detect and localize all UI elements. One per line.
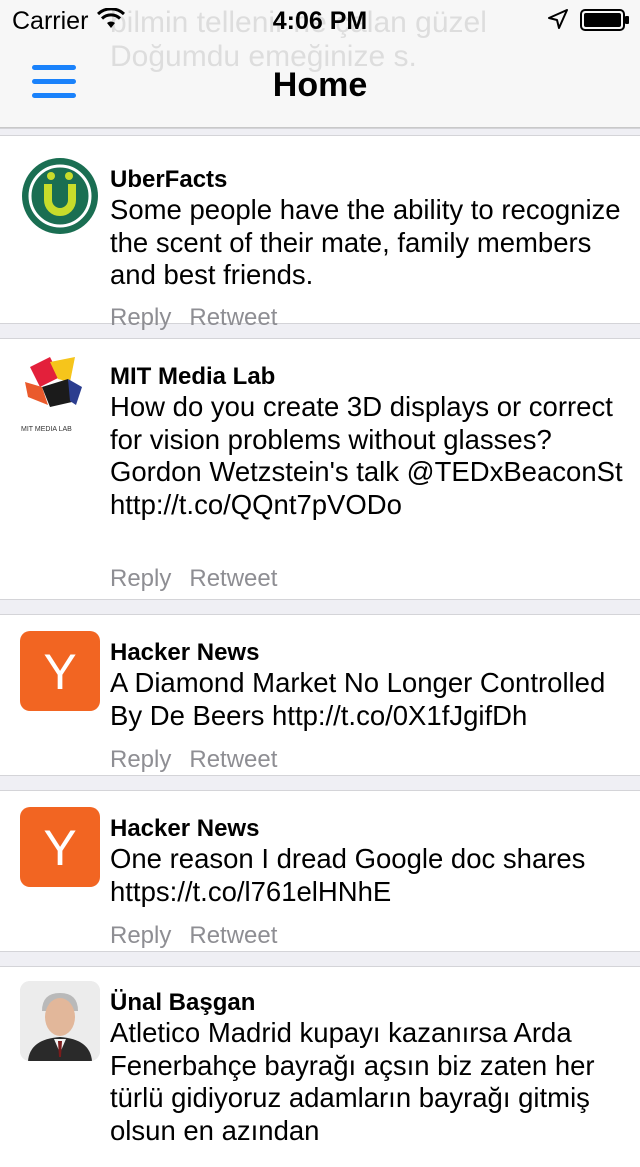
uberfacts-avatar[interactable] (20, 156, 100, 236)
battery-icon (580, 9, 629, 31)
tweet-text: Some people have the ability to recogniz… (110, 194, 621, 290)
uberfacts-logo-icon (20, 156, 100, 236)
tweet-text: How do you create 3D displays or correct… (110, 391, 623, 520)
hacker-news-avatar[interactable]: Y (20, 807, 100, 887)
page-title: Home (272, 66, 368, 104)
tweet-feed[interactable]: UberFacts Some people have the ability t… (0, 128, 640, 1167)
retweet-button[interactable]: Retweet (189, 922, 277, 949)
tweet-text: Atletico Madrid kupayı kazanırsa Arda Fe… (110, 1017, 595, 1146)
reply-button[interactable]: Reply (110, 922, 171, 949)
tweet-actions: Reply Retweet (110, 304, 295, 332)
hacker-news-logo-icon: Y (43, 644, 76, 700)
row-separator (0, 951, 640, 967)
reply-button[interactable]: Reply (110, 565, 171, 592)
reply-button[interactable]: Reply (110, 746, 171, 773)
tweet-row[interactable]: Ünal Başgan Atletico Madrid kupayı kazan… (0, 967, 640, 1167)
mit-media-lab-logo-text: MIT MEDIA LAB (21, 426, 72, 433)
tweet-row[interactable]: MIT MEDIA LAB MIT Media Lab How do you c… (0, 339, 640, 599)
mit-media-lab-avatar[interactable]: MIT MEDIA LAB (20, 357, 100, 437)
tweet-text: A Diamond Market No Longer Controlled By… (110, 667, 606, 731)
tweet-text: One reason I dread Google doc shares htt… (110, 843, 586, 907)
tweet-author[interactable]: Hacker News (110, 815, 259, 843)
navigation-header: bilmin tellenir ne çalan güzel Doğumdu e… (0, 0, 640, 128)
retweet-button[interactable]: Retweet (189, 746, 277, 773)
tweet-author[interactable]: MIT Media Lab (110, 363, 275, 391)
tweet-row[interactable]: Y Hacker News One reason I dread Google … (0, 791, 640, 951)
retweet-button[interactable]: Retweet (189, 304, 277, 331)
row-separator (0, 775, 640, 791)
tweet-author[interactable]: Hacker News (110, 639, 259, 667)
tweet-actions: Reply Retweet (110, 746, 295, 774)
tweet-row[interactable]: UberFacts Some people have the ability t… (0, 136, 640, 331)
hacker-news-logo-icon: Y (43, 820, 76, 876)
row-separator (0, 599, 640, 615)
tweet-actions: Reply Retweet (110, 565, 295, 593)
status-time: 4:06 PM (272, 7, 368, 35)
mit-media-lab-logo-icon: MIT MEDIA LAB (20, 357, 100, 437)
svg-text:Y: Y (43, 820, 76, 876)
retweet-button[interactable]: Retweet (189, 565, 277, 592)
reply-button[interactable]: Reply (110, 304, 171, 331)
user-photo-avatar[interactable] (20, 981, 100, 1061)
hacker-news-avatar[interactable]: Y (20, 631, 100, 711)
tweet-row[interactable]: Y Hacker News A Diamond Market No Longer… (0, 615, 640, 775)
svg-text:Y: Y (43, 644, 76, 700)
tweet-actions: Reply Retweet (110, 922, 295, 950)
row-separator (0, 323, 640, 339)
status-bar: Carrier 4:06 PM (0, 0, 640, 40)
user-photo-icon (20, 981, 100, 1061)
tweet-author[interactable]: UberFacts (110, 166, 227, 194)
location-arrow-icon (548, 9, 568, 29)
row-separator (0, 128, 640, 136)
tweet-author[interactable]: Ünal Başgan (110, 989, 255, 1017)
